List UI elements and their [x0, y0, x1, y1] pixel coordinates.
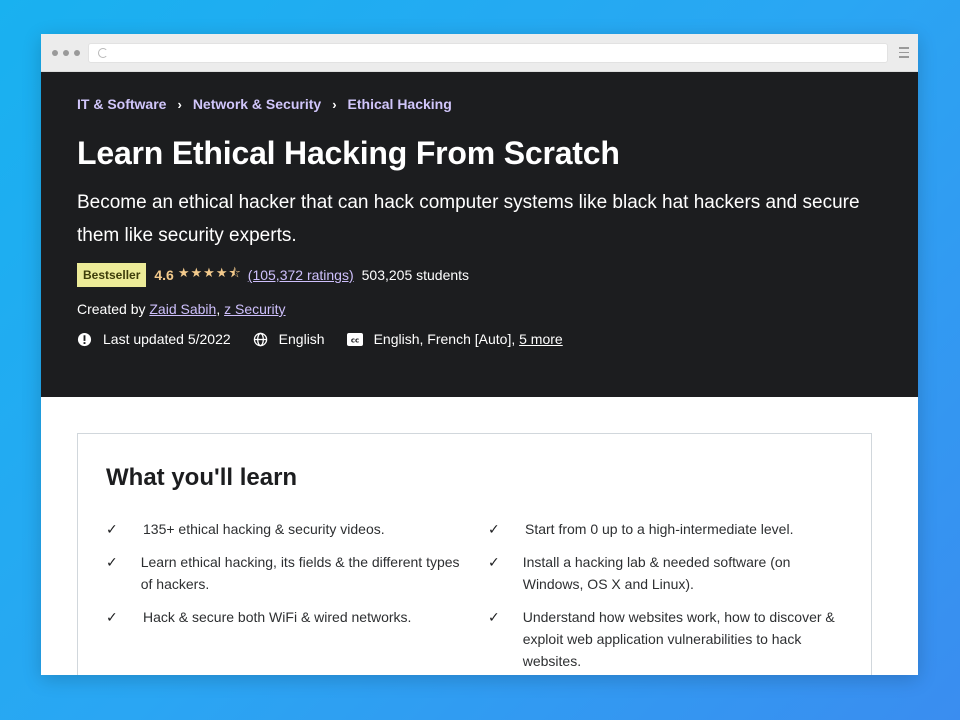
chevron-right-icon: ›	[332, 96, 337, 112]
alert-icon	[77, 332, 92, 347]
course-captions: cc English, French [Auto], 5 more	[346, 331, 563, 347]
list-item: ✓ 135+ ethical hacking & security videos.	[106, 518, 466, 540]
star-icon: ★	[190, 265, 204, 280]
check-icon: ✓	[106, 609, 118, 625]
ratings-count-link[interactable]: (105,372 ratings)	[248, 267, 354, 283]
list-item: ✓ Learn ethical hacking, its fields & the…	[106, 551, 466, 595]
star-icon: ★	[177, 265, 191, 280]
author-link[interactable]: z Security	[224, 301, 285, 317]
rating-value: 4.6	[154, 267, 174, 283]
course-language: English	[253, 331, 325, 347]
breadcrumb: IT & Software › Network & Security › Eth…	[77, 96, 452, 112]
learn-column-right: ✓ Start from 0 up to a high-intermediate …	[488, 518, 848, 675]
svg-text:cc: cc	[350, 336, 358, 344]
list-item-text: Hack & secure both WiFi & wired networks…	[143, 609, 412, 625]
check-icon: ✓	[488, 521, 500, 537]
globe-icon	[253, 332, 268, 347]
language-text: English	[278, 331, 325, 347]
browser-window: IT & Software › Network & Security › Eth…	[41, 34, 918, 675]
created-by: Created by Zaid Sabih, z Security	[77, 301, 286, 317]
list-item-text: Install a hacking lab & needed software …	[522, 554, 791, 592]
course-meta: Last updated 5/2022 English cc English, …	[77, 331, 585, 347]
more-captions-link[interactable]: 5 more	[519, 331, 563, 347]
author-separator: ,	[216, 301, 225, 317]
list-item: ✓ Install a hacking lab & needed software…	[488, 551, 848, 595]
breadcrumb-link[interactable]: Network & Security	[193, 96, 321, 112]
window-dot[interactable]	[63, 50, 69, 56]
address-bar[interactable]	[88, 43, 888, 63]
check-icon: ✓	[106, 521, 118, 537]
window-dot[interactable]	[74, 50, 80, 56]
section-title: What you'll learn	[106, 464, 298, 491]
list-item: ✓ Understand how websites work, how to di…	[488, 606, 848, 672]
what-you-will-learn: What you'll learn ✓ 135+ ethical hacking …	[77, 433, 872, 675]
closed-caption-icon: cc	[346, 332, 363, 346]
breadcrumb-link[interactable]: Ethical Hacking	[348, 96, 452, 112]
window-controls	[52, 50, 80, 56]
list-item-text: Learn ethical hacking, its fields & the …	[140, 554, 460, 592]
browser-toolbar	[41, 34, 918, 72]
check-icon: ✓	[488, 609, 500, 625]
bestseller-badge: Bestseller	[77, 263, 147, 287]
list-item: ✓ Hack & secure both WiFi & wired network…	[106, 606, 466, 628]
chevron-right-icon: ›	[177, 96, 182, 112]
star-icon: ★	[203, 265, 216, 280]
star-rating: ★★★★⯪	[178, 264, 242, 286]
learn-column-left: ✓ 135+ ethical hacking & security videos.…	[106, 518, 466, 639]
list-item: ✓ Start from 0 up to a high-intermediate …	[488, 518, 848, 540]
created-by-label: Created by	[77, 301, 150, 317]
course-subtitle: Become an ethical hacker that can hack c…	[77, 192, 860, 246]
captions-text: English, French [Auto],	[373, 331, 516, 347]
list-item-text: 135+ ethical hacking & security videos.	[143, 521, 385, 537]
last-updated-text: Last updated 5/2022	[103, 331, 231, 347]
course-header: IT & Software › Network & Security › Eth…	[41, 72, 918, 397]
list-item-text: Start from 0 up to a high-intermediate l…	[525, 521, 794, 537]
list-item-text: Understand how websites work, how to dis…	[522, 609, 835, 669]
author-link[interactable]: Zaid Sabih	[149, 301, 216, 317]
check-icon: ✓	[106, 554, 118, 570]
course-title: Learn Ethical Hacking From Scratch	[77, 135, 620, 171]
students-count: 503,205 students	[361, 267, 470, 283]
course-stats: Bestseller 4.6 ★★★★⯪ (105,372 ratings) 5…	[77, 263, 469, 287]
menu-icon[interactable]	[899, 47, 909, 61]
window-dot[interactable]	[52, 50, 58, 56]
reload-icon[interactable]	[98, 48, 108, 58]
last-updated: Last updated 5/2022	[77, 331, 231, 347]
check-icon: ✓	[488, 554, 500, 570]
breadcrumb-link[interactable]: IT & Software	[77, 96, 166, 112]
star-icon: ★	[215, 265, 229, 280]
half-star-icon: ⯪	[228, 265, 242, 280]
